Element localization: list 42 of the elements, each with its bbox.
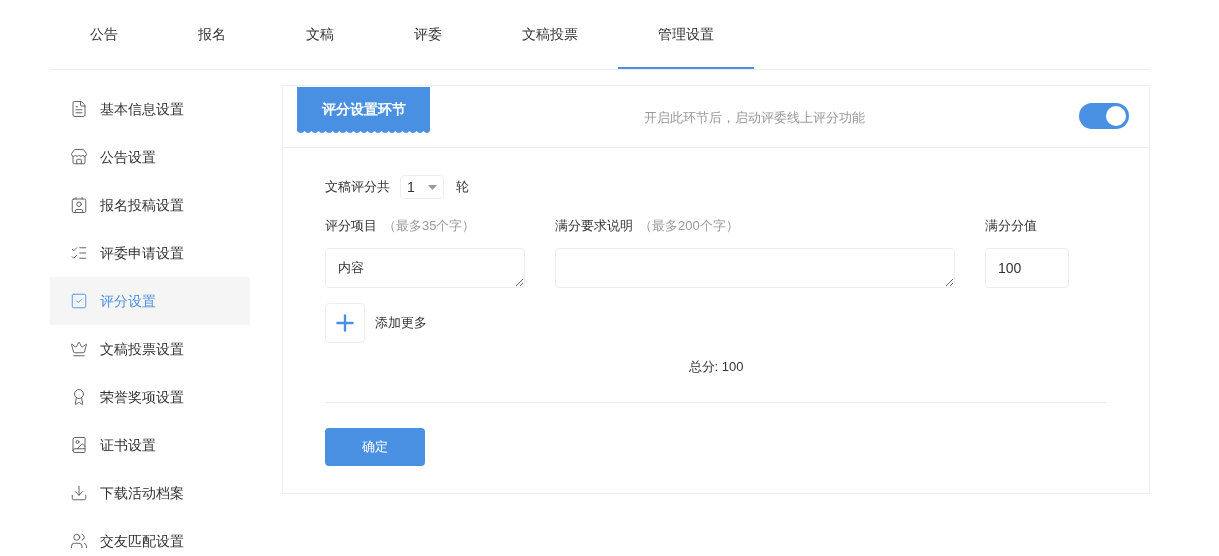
checkbox-icon	[70, 292, 88, 310]
add-more-label: 添加更多	[375, 314, 427, 333]
sidebar-item[interactable]: 评委申请设置	[50, 229, 250, 277]
description-field[interactable]	[555, 248, 955, 288]
tab[interactable]: 评委	[374, 0, 482, 69]
sidebar-item[interactable]: 公告设置	[50, 133, 250, 181]
sidebar-item[interactable]: 荣誉奖项设置	[50, 373, 250, 421]
sidebar-item[interactable]: 下载活动档案	[50, 469, 250, 517]
list-icon	[70, 100, 88, 118]
score-field[interactable]: 100	[985, 248, 1069, 288]
caret-icon	[428, 184, 437, 190]
picture-frame-icon	[70, 436, 88, 454]
column-label: 满分分值	[985, 218, 1037, 233]
id-card-icon	[70, 196, 88, 214]
tab[interactable]: 文稿	[266, 0, 374, 69]
item-field[interactable]: 内容	[325, 248, 525, 288]
store-icon	[70, 148, 88, 166]
toggle-switch[interactable]	[1079, 103, 1129, 129]
crown-icon	[70, 340, 88, 358]
rounds-suffix: 轮	[456, 178, 469, 197]
description-text: 开启此环节后，启动评委线上评分功能	[644, 109, 865, 127]
people-icon	[70, 532, 88, 550]
tab[interactable]: 公告	[50, 0, 158, 69]
sidebar-item[interactable]: 证书设置	[50, 421, 250, 469]
column-label: 满分要求说明	[555, 218, 633, 233]
add-button[interactable]	[325, 303, 365, 343]
column-hint: （最多200个字）	[639, 218, 739, 233]
download-icon	[70, 484, 88, 502]
sidebar-item[interactable]: 报名投稿设置	[50, 181, 250, 229]
sidebar-item[interactable]: 交友匹配设置	[50, 517, 250, 556]
rounds-select[interactable]: 1	[400, 175, 444, 199]
sidebar-item[interactable]: 基本信息设置	[50, 85, 250, 133]
sidebar-item[interactable]: 文稿投票设置	[50, 325, 250, 373]
tab[interactable]: 管理设置	[618, 0, 754, 69]
tab[interactable]: 报名	[158, 0, 266, 69]
column-label: 评分项目	[325, 218, 377, 233]
rounds-label: 文稿评分共	[325, 178, 390, 197]
section-ribbon: 评分设置环节	[297, 87, 430, 131]
checklist-icon	[70, 244, 88, 262]
tab[interactable]: 文稿投票	[482, 0, 618, 69]
column-hint: （最多35个字）	[383, 218, 476, 233]
total-score: 总分: 100	[688, 358, 744, 376]
